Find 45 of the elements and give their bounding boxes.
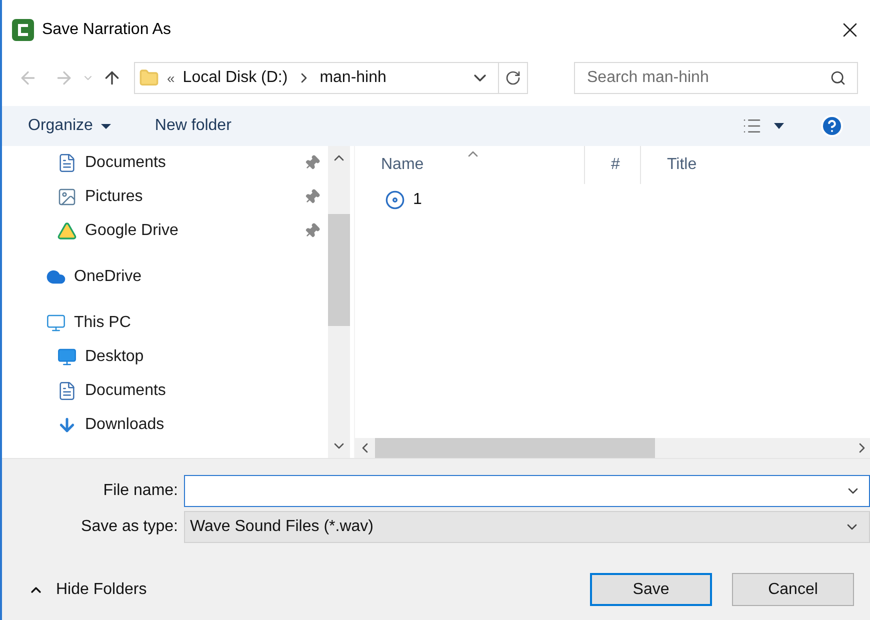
- scroll-thumb[interactable]: [328, 214, 350, 326]
- organize-button[interactable]: Organize: [28, 114, 111, 138]
- nav-item[interactable]: Documents: [2, 374, 328, 408]
- picture-icon: [57, 187, 77, 207]
- field-label: Save as type:: [80, 517, 179, 537]
- monitor-icon: [46, 313, 66, 333]
- search-field[interactable]: Search man-hinh: [574, 62, 858, 94]
- nav-item[interactable]: Desktop: [2, 340, 328, 374]
- window-title: Save Narration As: [42, 20, 172, 40]
- overflow-chevron[interactable]: «: [167, 68, 175, 88]
- download-icon: [57, 415, 77, 435]
- dialog-button[interactable]: Cancel: [732, 573, 854, 606]
- help-icon[interactable]: [820, 114, 844, 138]
- caret-icon[interactable]: [774, 123, 784, 129]
- document-icon: [57, 381, 77, 401]
- app-logo-icon: [12, 19, 34, 41]
- nav-item[interactable]: Google Drive: [2, 214, 328, 248]
- address-bar[interactable]: « Local Disk (D:) man-hinh: [134, 62, 528, 94]
- hide-folders-button[interactable]: Hide Folders: [28, 578, 147, 602]
- horizontal-scrollbar[interactable]: [355, 438, 870, 458]
- nav-item[interactable]: Documents: [2, 146, 328, 180]
- document-icon: [57, 153, 77, 173]
- monitor-icon: [57, 347, 77, 367]
- breadcrumb[interactable]: man-hinh: [320, 66, 470, 90]
- save-type-dropdown[interactable]: Wave Sound Files (*.wav): [184, 511, 870, 543]
- file-name-field[interactable]: [184, 475, 870, 507]
- column-header[interactable]: #: [585, 146, 641, 184]
- new-folder-button[interactable]: New folder: [154, 114, 232, 138]
- scroll-thumb[interactable]: [375, 438, 655, 458]
- refresh-icon[interactable]: [505, 70, 521, 86]
- nav-item[interactable]: This PC: [2, 306, 328, 340]
- column-header[interactable]: Name: [355, 146, 585, 184]
- caret-icon: [100, 124, 111, 128]
- triangle-icon: [57, 221, 77, 241]
- nav-item[interactable]: Pictures: [2, 180, 328, 214]
- nav-item[interactable]: OneDrive: [2, 260, 328, 294]
- vertical-scrollbar[interactable]: [328, 146, 350, 458]
- audio-file-icon: [385, 190, 405, 210]
- column-header[interactable]: Title: [641, 146, 870, 184]
- dialog-button[interactable]: Save: [590, 573, 712, 606]
- nav-item[interactable]: Downloads: [2, 408, 328, 442]
- breadcrumb[interactable]: Local Disk (D:): [182, 66, 288, 90]
- search-icon[interactable]: [830, 70, 846, 86]
- field-label: File name:: [102, 481, 179, 501]
- file-row[interactable]: 1: [355, 184, 870, 216]
